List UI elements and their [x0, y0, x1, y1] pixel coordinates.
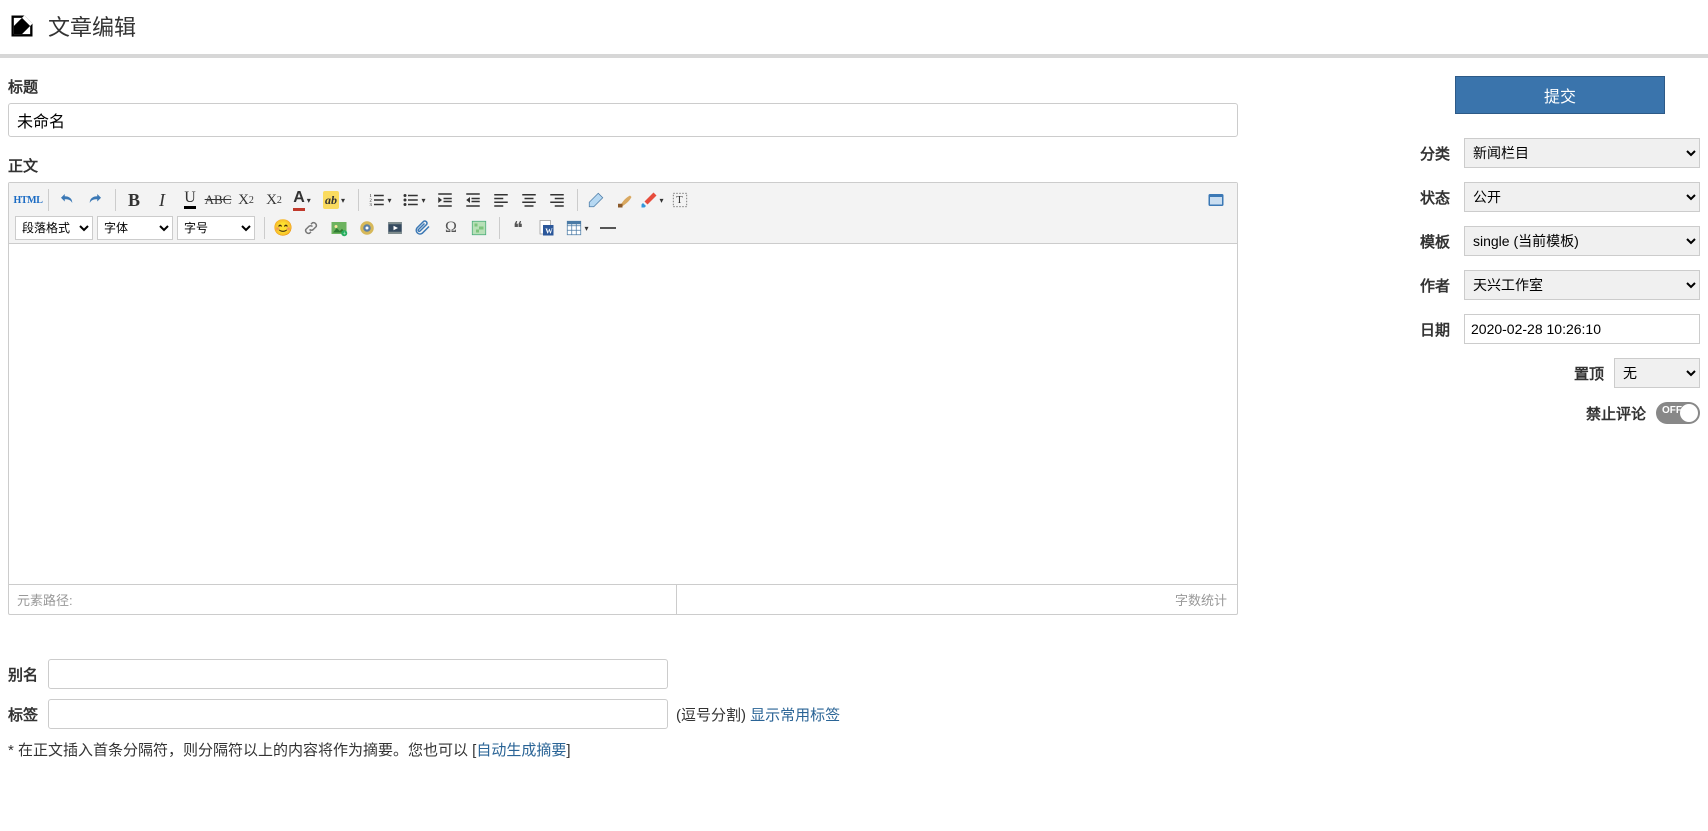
tags-hint: (逗号分割) 显示常用标签 — [676, 704, 840, 725]
outdent-button[interactable] — [460, 187, 486, 213]
format-painter-button[interactable]: ▾ — [639, 187, 665, 213]
paste-word-button[interactable]: W — [533, 215, 559, 241]
eraser-button[interactable] — [583, 187, 609, 213]
map-button[interactable] — [466, 215, 492, 241]
toolbar-separator — [115, 189, 116, 211]
author-label: 作者 — [1420, 275, 1464, 296]
status-select[interactable]: 公开 — [1464, 182, 1700, 212]
media-button[interactable] — [354, 215, 380, 241]
tags-label: 标签 — [8, 704, 48, 725]
forecolor-button[interactable]: A▾ — [289, 187, 315, 213]
auto-summary-link[interactable]: 自动生成摘要 — [476, 742, 566, 759]
table-button[interactable]: ▾ — [561, 215, 593, 241]
editor-toolbar: HTML B I U ABC X2 X2 — [9, 183, 1237, 244]
sticky-select[interactable]: 无 — [1614, 358, 1700, 388]
undo-button[interactable] — [54, 187, 80, 213]
page-title: 文章编辑 — [48, 10, 136, 42]
image-button[interactable]: + — [326, 215, 352, 241]
indent-button[interactable] — [432, 187, 458, 213]
rich-text-editor: HTML B I U ABC X2 X2 — [8, 182, 1238, 615]
alias-label: 别名 — [8, 664, 48, 685]
link-button[interactable] — [298, 215, 324, 241]
editor-textarea[interactable] — [9, 244, 1237, 584]
clear-format-button[interactable] — [611, 187, 637, 213]
sticky-label: 置顶 — [1574, 363, 1604, 384]
source-code-button[interactable]: HTML — [15, 187, 41, 213]
align-right-button[interactable] — [544, 187, 570, 213]
category-label: 分类 — [1420, 143, 1464, 164]
unordered-list-button[interactable]: ▾ — [398, 187, 430, 213]
tags-input[interactable] — [48, 699, 668, 729]
superscript-button[interactable]: X2 — [233, 187, 259, 213]
toolbar-separator — [264, 217, 265, 239]
toolbar-separator — [499, 217, 500, 239]
status-label: 状态 — [1420, 187, 1464, 208]
word-count[interactable]: 字数统计 — [677, 590, 1237, 609]
align-center-button[interactable] — [516, 187, 542, 213]
template-select[interactable]: single (当前模板) — [1464, 226, 1700, 256]
italic-button[interactable]: I — [149, 187, 175, 213]
disable-comment-label: 禁止评论 — [1586, 403, 1646, 424]
author-select[interactable]: 天兴工作室 — [1464, 270, 1700, 300]
toggle-state-text: OFF — [1662, 405, 1682, 416]
align-left-button[interactable] — [488, 187, 514, 213]
toolbar-separator — [577, 189, 578, 211]
editor-statusbar: 元素路径: 字数统计 — [9, 584, 1237, 614]
font-name-select[interactable]: 字体 — [97, 216, 173, 240]
paragraph-format-select[interactable]: 段落格式 — [15, 216, 93, 240]
toolbar-separator — [358, 189, 359, 211]
fullscreen-button[interactable] — [1203, 187, 1229, 213]
redo-button[interactable] — [82, 187, 108, 213]
svg-text:3: 3 — [370, 202, 373, 207]
subscript-button[interactable]: X2 — [261, 187, 287, 213]
horizontal-rule-button[interactable] — [595, 215, 621, 241]
template-label: 模板 — [1420, 231, 1464, 252]
special-char-button[interactable]: Ω — [438, 215, 464, 241]
alias-input[interactable] — [48, 659, 668, 689]
svg-text:W: W — [545, 226, 553, 235]
backcolor-button[interactable]: ab▾ — [317, 187, 351, 213]
toolbar-separator — [48, 189, 49, 211]
category-select[interactable]: 新闻栏目 — [1464, 138, 1700, 168]
svg-text:T: T — [676, 195, 683, 206]
attachment-button[interactable] — [410, 215, 436, 241]
element-path[interactable]: 元素路径: — [9, 585, 677, 614]
date-input[interactable] — [1464, 314, 1700, 344]
show-common-tags-link[interactable]: 显示常用标签 — [750, 707, 840, 724]
underline-button[interactable]: U — [177, 187, 203, 213]
title-label: 标题 — [8, 76, 1238, 97]
date-label: 日期 — [1420, 319, 1464, 340]
title-input[interactable] — [8, 103, 1238, 137]
body-label: 正文 — [8, 155, 1350, 176]
video-button[interactable] — [382, 215, 408, 241]
select-all-button[interactable]: T — [667, 187, 693, 213]
ordered-list-button[interactable]: 123▾ — [364, 187, 396, 213]
emoji-button[interactable]: 😊 — [270, 215, 296, 241]
disable-comment-toggle[interactable]: OFF — [1656, 402, 1700, 424]
edit-icon — [8, 12, 36, 40]
submit-button[interactable]: 提交 — [1455, 76, 1665, 114]
summary-hint: * 在正文插入首条分隔符，则分隔符以上的内容将作为摘要。您也可以 [自动生成摘要… — [8, 739, 1350, 760]
page-header: 文章编辑 — [0, 0, 1708, 58]
blockquote-button[interactable]: ❝ — [505, 215, 531, 241]
bold-button[interactable]: B — [121, 187, 147, 213]
toggle-knob-icon — [1680, 404, 1698, 422]
strikethrough-button[interactable]: ABC — [205, 187, 231, 213]
font-size-select[interactable]: 字号 — [177, 216, 255, 240]
